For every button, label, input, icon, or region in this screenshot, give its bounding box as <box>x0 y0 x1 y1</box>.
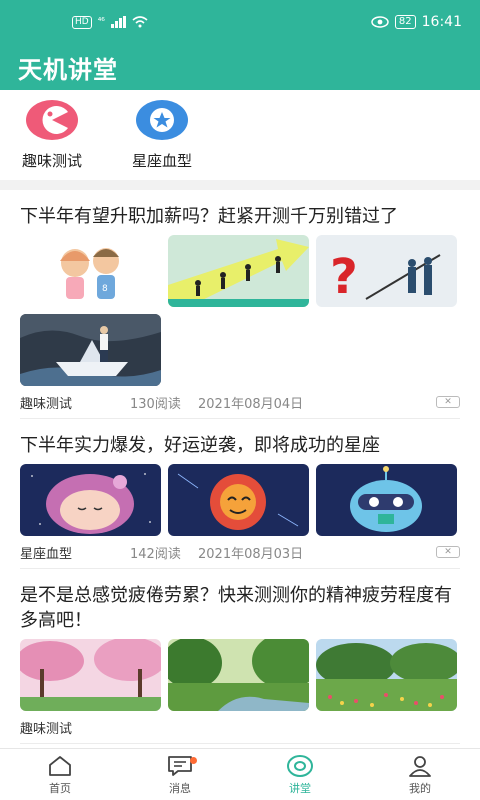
bottom-navigation: 首页 消息 讲堂 我的 <box>0 748 480 800</box>
nav-messages[interactable]: 消息 <box>120 749 240 800</box>
section-divider <box>0 180 480 190</box>
unread-badge <box>190 757 197 764</box>
shortcut-label: 趣味测试 <box>21 152 82 170</box>
thumbnail-zodiac-robot <box>316 464 457 536</box>
thumbnail-question-lever: ? <box>316 235 457 307</box>
category-shortcuts: 趣味测试 星座血型 <box>0 90 480 180</box>
thumbnail-flower-meadow <box>316 639 457 711</box>
page-title: 天机讲堂 <box>18 55 118 84</box>
article-card[interactable]: 是不是总感觉疲倦劳累？快来测测你的精神疲劳程度有多高吧！ 趣味测试 <box>20 569 460 744</box>
nav-profile[interactable]: 我的 <box>360 749 480 800</box>
article-title: 下半年有望升职加薪吗？赶紧开测千万别错过了 <box>20 206 398 227</box>
user-icon <box>409 755 431 777</box>
hd-indicator: HD <box>72 15 92 29</box>
article-title: 下半年实力爆发，好运逆袭，即将成功的星座 <box>20 435 380 456</box>
shortcut-label: 星座血型 <box>131 152 192 170</box>
nav-label: 消息 <box>169 781 191 795</box>
dismiss-icon[interactable]: ✕ <box>436 396 460 408</box>
article-thumbnails <box>20 639 460 711</box>
article-reads: 142阅读 <box>130 546 181 562</box>
nav-home[interactable]: 首页 <box>0 749 120 800</box>
app-header: HD ⁴⁶ 82 16:41 天机讲堂 <box>0 0 480 90</box>
nav-lecture[interactable]: 讲堂 <box>240 749 360 800</box>
battery-indicator: 82 <box>394 15 416 29</box>
clock: 16:41 <box>421 14 462 30</box>
article-category: 星座血型 <box>20 546 73 562</box>
star-icon <box>136 100 188 140</box>
dismiss-icon[interactable]: ✕ <box>436 546 460 558</box>
article-date: 2021年08月03日 <box>198 546 304 562</box>
thumbnail-zodiac-fire <box>168 464 309 536</box>
article-meta: 趣味测试 <box>20 711 460 743</box>
wifi-icon <box>132 16 148 28</box>
shortcut-fun-test[interactable]: 趣味测试 <box>12 100 92 180</box>
svg-text:8: 8 <box>102 284 108 294</box>
signal-icon <box>110 16 126 28</box>
home-icon <box>49 755 71 776</box>
article-card[interactable]: 下半年有望升职加薪吗？赶紧开测千万别错过了 8 ? 趣味测试 130阅读 202… <box>20 190 460 419</box>
thumbnail-paper-boat <box>20 314 161 386</box>
article-category: 趣味测试 <box>20 396 73 412</box>
message-icon <box>168 755 192 776</box>
thumbnail-cartoon-couple: 8 <box>20 235 161 307</box>
article-feed: 下半年有望升职加薪吗？赶紧开测千万别错过了 8 ? 趣味测试 130阅读 202… <box>0 190 480 748</box>
thumbnail-climbing-arrow <box>168 235 309 307</box>
article-title: 是不是总感觉疲倦劳累？快来测测你的精神疲劳程度有多高吧！ <box>20 585 452 631</box>
article-thumbnails <box>20 464 460 536</box>
article-meta: 趣味测试 130阅读 2021年08月04日 ✕ <box>20 386 460 418</box>
svg-text:?: ? <box>330 249 358 305</box>
article-card[interactable]: 下半年实力爆发，好运逆袭，即将成功的星座 星座血型 142阅读 2021年08月… <box>20 419 460 569</box>
eye-icon <box>371 16 389 28</box>
status-bar: HD ⁴⁶ 82 16:41 <box>0 0 480 44</box>
lecture-icon <box>287 754 313 777</box>
article-thumbnails: 8 ? <box>20 235 460 386</box>
article-meta: 星座血型 142阅读 2021年08月03日 ✕ <box>20 536 460 568</box>
article-category: 趣味测试 <box>20 721 73 737</box>
article-date: 2021年08月04日 <box>198 396 304 412</box>
nav-label: 我的 <box>409 781 431 795</box>
network-type: ⁴⁶ <box>97 17 105 27</box>
thumbnail-cherry-blossom <box>20 639 161 711</box>
thumbnail-forest-stream <box>168 639 309 711</box>
shortcut-zodiac-blood[interactable]: 星座血型 <box>122 100 202 180</box>
article-reads: 130阅读 <box>130 396 181 412</box>
thumbnail-zodiac-girl <box>20 464 161 536</box>
pacman-face-icon <box>26 100 78 140</box>
nav-label: 讲堂 <box>289 781 311 795</box>
nav-label: 首页 <box>49 781 71 795</box>
